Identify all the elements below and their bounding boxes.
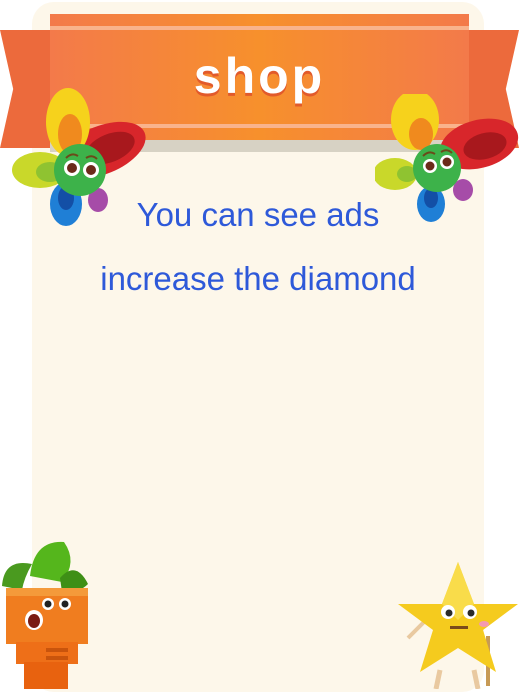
info-line-2: increase the diamond <box>100 260 416 297</box>
carrot-character-icon <box>2 541 88 689</box>
info-line-1: You can see ads <box>136 196 380 233</box>
star-character-icon <box>398 562 518 689</box>
